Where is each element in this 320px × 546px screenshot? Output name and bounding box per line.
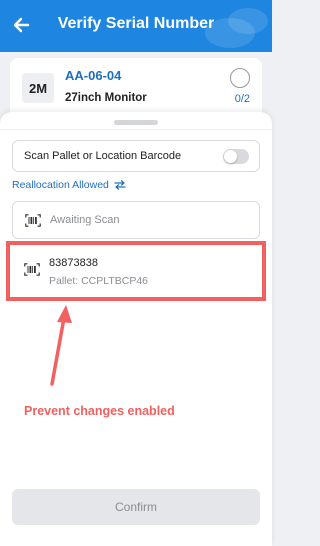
toggle-knob — [224, 150, 237, 163]
scanned-serial-item: 83873838 Pallet: CCPLTBCP46 — [12, 245, 260, 297]
page-title: Verify Serial Number — [57, 15, 215, 32]
scan-pallet-label: Scan Pallet or Location Barcode — [24, 150, 182, 162]
item-name: 27inch Monitor — [65, 92, 147, 104]
task-progress: 0/2 — [234, 93, 250, 105]
barcode-scan-icon — [25, 214, 41, 227]
confirm-button[interactable]: Confirm — [12, 489, 260, 525]
task-card[interactable]: 2M AA-06-04 27inch Monitor 0/2 — [10, 58, 262, 118]
swap-arrows-icon — [114, 180, 126, 190]
scan-pallet-toggle-row[interactable]: Scan Pallet or Location Barcode — [12, 140, 260, 172]
pallet-id: Pallet: CCPLTBCP46 — [49, 275, 149, 287]
bottom-sheet: Scan Pallet or Location Barcode Realloca… — [0, 112, 272, 546]
annotation-arrow — [50, 305, 72, 386]
sheet-drag-handle[interactable] — [114, 120, 158, 125]
serial-number: 83873838 — [49, 257, 98, 269]
awaiting-scan-field[interactable]: Awaiting Scan — [12, 201, 260, 239]
annotation-text: Prevent changes enabled — [24, 404, 175, 418]
awaiting-scan-text: Awaiting Scan — [50, 214, 120, 226]
location-code: AA-06-04 — [65, 68, 122, 83]
scan-pallet-toggle[interactable] — [223, 149, 249, 164]
barcode-scan-icon — [24, 263, 40, 276]
divider — [0, 129, 272, 130]
app-header: Verify Serial Number — [0, 0, 272, 52]
reallocation-label: Reallocation Allowed — [12, 179, 109, 191]
reallocation-allowed: Reallocation Allowed — [12, 179, 126, 191]
quantity-badge: 2M — [22, 73, 54, 103]
task-complete-radio[interactable] — [230, 68, 250, 88]
